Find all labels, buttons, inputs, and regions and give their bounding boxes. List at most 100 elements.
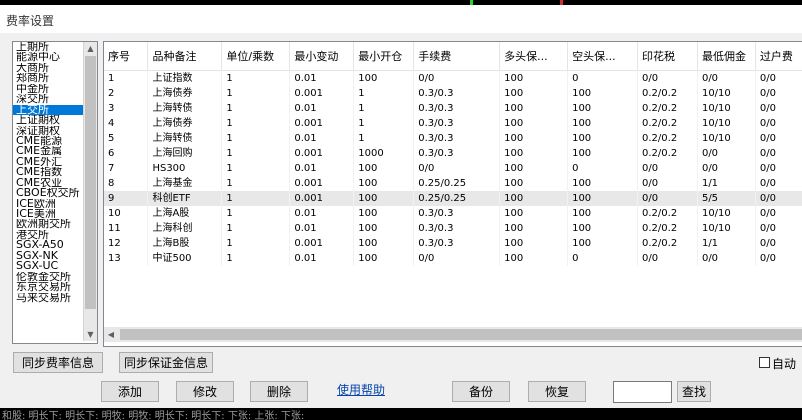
restore-button[interactable]: 恢复 [528, 381, 586, 402]
table-cell: 1 [221, 176, 291, 191]
table-row[interactable]: 3 上海转债 1 0.01 1 0.3/0.3 100 100 0.2/0.2 10/10 0/0 [104, 101, 802, 116]
table-cell: 100 [567, 86, 639, 101]
column-header[interactable]: 过户费 [755, 42, 802, 71]
table-cell: 0/0 [755, 236, 802, 251]
table-cell: 0.2/0.2 [637, 101, 698, 116]
table-row[interactable]: 1 上证指数 1 0.01 100 0/0 100 0 0/0 0/0 0/0 [104, 70, 802, 86]
column-header[interactable]: 最小开仓 [353, 42, 415, 71]
table-cell: 100 [353, 251, 415, 266]
table-cell: 1 [104, 70, 149, 86]
table-row[interactable]: 7 HS300 1 0.01 100 0/0 100 0 0/0 0/0 0/0 [104, 161, 802, 176]
table-row[interactable]: 5 上海转债 1 0.01 1 0.3/0.3 100 100 0.2/0.2 10/10 0/0 [104, 131, 802, 146]
table-cell: 100 [353, 70, 415, 86]
table-cell: 1 [221, 161, 291, 176]
table-cell: 0.3/0.3 [413, 221, 501, 236]
table-cell: 0.01 [289, 206, 355, 221]
sync-fee-button[interactable]: 同步费率信息 [13, 352, 103, 373]
table-cell: 0.3/0.3 [413, 206, 501, 221]
scroll-thumb[interactable] [85, 56, 96, 309]
auto-checkbox[interactable] [759, 357, 770, 368]
scroll-up-arrow-icon[interactable]: ▲ [84, 42, 97, 55]
exchange-list-scrollbar[interactable]: ▲ ▼ [83, 42, 97, 341]
table-cell: 0/0 [413, 161, 501, 176]
table-cell: 上海基金 [147, 176, 223, 191]
table-cell: 0/0 [637, 176, 698, 191]
table-cell: 1 [221, 101, 291, 116]
table-cell: 0.3/0.3 [413, 131, 501, 146]
table-row[interactable]: 13 中证500 1 0.01 100 0/0 100 0 0/0 0/0 0/0 [104, 251, 802, 266]
table-cell: 10 [104, 206, 149, 221]
auto-checkbox-label: 自动 [772, 357, 797, 371]
column-header[interactable]: 印花税 [637, 42, 698, 71]
column-header[interactable]: 空头保... [567, 42, 639, 71]
table-cell: 0.3/0.3 [413, 101, 501, 116]
table-cell: 0.01 [289, 101, 355, 116]
table-cell: 1 [221, 131, 291, 146]
table-cell: 0.01 [289, 161, 355, 176]
scroll-thumb[interactable] [120, 329, 802, 340]
table-cell: 0/0 [637, 191, 698, 206]
table-cell: 上证指数 [147, 70, 223, 86]
table-cell: 0.01 [289, 131, 355, 146]
column-header[interactable]: 单位/乘数 [221, 42, 291, 71]
column-header[interactable]: 最小变动 [289, 42, 355, 71]
table-cell: 0/0 [755, 131, 802, 146]
column-header[interactable]: 最低佣金 [697, 42, 756, 71]
column-header[interactable]: 品种备注 [147, 42, 223, 71]
table-cell: 0.01 [289, 70, 355, 86]
table-cell: 100 [499, 101, 569, 116]
search-input[interactable] [613, 381, 672, 403]
table-cell: 100 [567, 131, 639, 146]
column-header[interactable]: 手续费 [413, 42, 501, 71]
table-cell: 0/0 [413, 251, 501, 266]
table-cell: 0.3/0.3 [413, 146, 501, 161]
background-chart-strip-bottom: 和股: 明长下: 明长下: 明牧: 明牧: 明长下: 明长下: 下张: 上张: … [0, 408, 802, 420]
table-cell: 1 [353, 101, 415, 116]
table-row[interactable]: 2 上海债券 1 0.001 1 0.3/0.3 100 100 0.2/0.2 10/10 0/0 [104, 86, 802, 101]
table-cell: 0/0 [755, 86, 802, 101]
table-cell: 7 [104, 161, 149, 176]
table-cell: 1 [221, 221, 291, 236]
table-cell: 0.2/0.2 [637, 146, 698, 161]
table-cell: 上海转债 [147, 101, 223, 116]
delete-button[interactable]: 删除 [250, 381, 308, 402]
backup-button[interactable]: 备份 [452, 381, 510, 402]
search-button[interactable]: 查找 [677, 381, 711, 402]
sync-margin-button[interactable]: 同步保证金信息 [119, 352, 213, 373]
modify-button[interactable]: 修改 [176, 381, 234, 402]
title-bar: 费率设置 [0, 5, 802, 34]
table-cell: 0.01 [289, 251, 355, 266]
table-cell: 6 [104, 146, 149, 161]
table-row[interactable]: 8 上海基金 1 0.001 100 0.25/0.25 100 100 0/0 1/1 0/0 [104, 176, 802, 191]
table-row[interactable]: 6 上海回购 1 0.001 1000 0.3/0.3 100 100 0.2/0.2 0/0 0/… [104, 146, 802, 161]
column-header[interactable]: 多头保... [499, 42, 569, 71]
add-button[interactable]: 添加 [101, 381, 159, 402]
scroll-down-arrow-icon[interactable]: ▼ [84, 328, 97, 341]
table-cell: 1 [221, 70, 291, 86]
help-link[interactable]: 使用帮助 [337, 381, 385, 398]
table-cell: 9 [104, 191, 149, 206]
table-cell: 0/0 [637, 70, 698, 86]
table-cell: 0/0 [697, 161, 756, 176]
table-row[interactable]: 11 上海科创 1 0.01 100 0.3/0.3 100 100 0.2/0.2 10/10 0… [104, 221, 802, 236]
table-cell: 100 [499, 70, 569, 86]
table-row[interactable]: 4 上海债券 1 0.001 1 0.3/0.3 100 100 0.2/0.2 10/10 0/0 [104, 116, 802, 131]
table-row[interactable]: 10 上海A股 1 0.01 100 0.3/0.3 100 100 0.2/0.2 10/10 0… [104, 206, 802, 221]
table-cell: 100 [567, 146, 639, 161]
table-cell: 0/0 [755, 191, 802, 206]
table-cell: 8 [104, 176, 149, 191]
table-cell: 上海B股 [147, 236, 223, 251]
table-cell: 5 [104, 131, 149, 146]
table-cell: 0/0 [755, 161, 802, 176]
table-horizontal-scrollbar[interactable]: ◀ [104, 327, 802, 342]
table-row[interactable]: 12 上海B股 1 0.001 100 0.3/0.3 100 100 0.2/0.2 1/1 0/… [104, 236, 802, 251]
table-cell: 1 [353, 131, 415, 146]
table-cell: 中证500 [147, 251, 223, 266]
table-cell: 100 [499, 161, 569, 176]
table-row[interactable]: 9 科创ETF 1 0.001 100 0.25/0.25 100 100 0/0 5/5 0/0 [104, 191, 802, 206]
scroll-left-arrow-icon[interactable]: ◀ [104, 327, 118, 342]
table-cell: 0.3/0.3 [413, 86, 501, 101]
table-cell: 0/0 [413, 70, 501, 86]
column-header[interactable]: 序号 [104, 42, 149, 71]
table-cell: 100 [567, 116, 639, 131]
